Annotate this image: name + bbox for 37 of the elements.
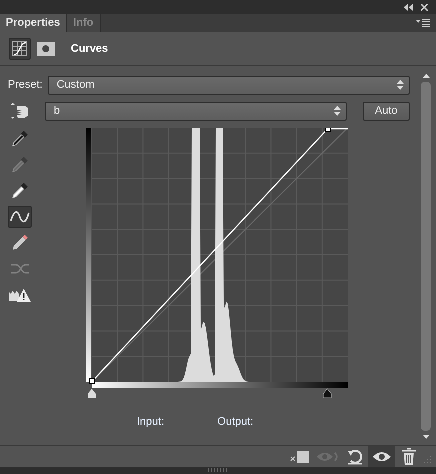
resize-grip-icon[interactable] [208,468,228,473]
curve-point[interactable] [90,378,96,384]
eyedropper-icon[interactable] [10,129,30,149]
eye-icon [372,450,392,464]
undo-icon [346,448,364,466]
input-slider-track[interactable] [88,382,348,398]
panel-tab[interactable]: Properties [0,14,68,32]
panel-tab[interactable]: Info [67,14,101,32]
clipping-warning-icon[interactable] [8,287,32,303]
curves-graph[interactable] [92,128,348,382]
curve-point[interactable] [325,128,331,132]
curves-adjustment-button[interactable] [9,38,31,60]
panel-title: Curves [71,42,108,54]
eyedropper-icon[interactable] [10,181,30,201]
curve-icon[interactable] [9,209,31,225]
input-slider-handle[interactable] [88,389,96,398]
scroll-down-icon[interactable] [422,435,430,439]
pencil-icon[interactable] [10,233,30,253]
collapse-icon[interactable] [404,4,413,10]
hand-icon[interactable] [9,101,31,121]
menu-icon[interactable] [416,18,430,28]
square-icon [290,448,312,464]
visibility-button[interactable] [368,446,395,467]
auto-button[interactable]: Auto [363,102,410,120]
channel-dropdown[interactable]: b [45,102,347,120]
scrollbar-thumb[interactable] [421,82,431,431]
updown-arrows-icon [397,80,404,90]
preset-label: Preset: [8,79,43,91]
preset-dropdown[interactable]: Custom [48,76,410,94]
scroll-up-icon[interactable] [422,74,430,78]
output-label: Output: [218,416,254,428]
resize-grip-icon[interactable] [422,455,432,465]
input-slider-handle[interactable] [323,388,332,398]
trash-icon [400,448,416,466]
updown-arrows-icon [334,106,341,116]
close-icon[interactable] [421,4,428,10]
input-label: Input: [137,416,165,428]
